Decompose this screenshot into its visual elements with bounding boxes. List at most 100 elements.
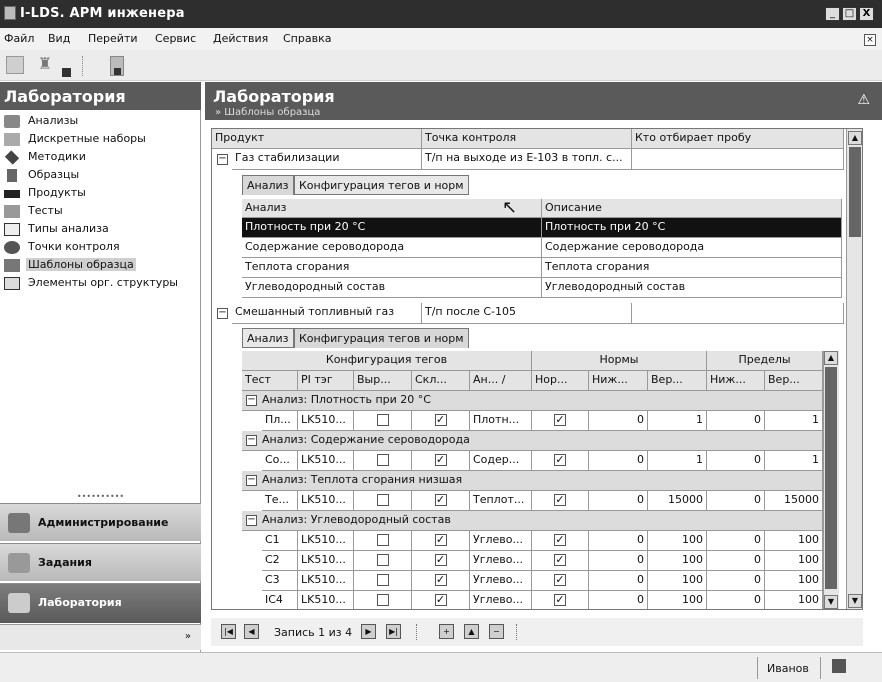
nav-item-org-structure[interactable]: Элементы орг. структуры — [4, 275, 199, 292]
collapse-icon[interactable]: − — [217, 308, 228, 319]
cell-pi-tag[interactable]: LK510... — [298, 411, 354, 431]
unchecked-checkbox[interactable] — [376, 494, 389, 506]
cell-limit-low[interactable]: 0 — [707, 551, 765, 571]
cell-test[interactable]: IC4 — [262, 591, 298, 609]
cell-norm-low[interactable]: 0 — [589, 411, 648, 431]
col-vyr[interactable]: Выр... — [354, 371, 412, 391]
cell-skl[interactable]: ✓ — [412, 591, 470, 609]
splitter-handle[interactable]: •••••••••• — [0, 493, 201, 502]
checked-checkbox[interactable]: ✓ — [434, 454, 447, 466]
prev-record-icon[interactable]: ◀ — [244, 624, 259, 639]
scroll-down-icon[interactable]: ▼ — [824, 595, 838, 609]
cell-norm-low[interactable]: 0 — [589, 591, 648, 609]
toolbar-arrow-icon[interactable] — [114, 68, 121, 75]
cell-norm-low[interactable]: 0 — [589, 551, 648, 571]
cell-an[interactable]: Теплот... — [470, 491, 532, 511]
cell-limit-high[interactable]: 100 — [765, 591, 823, 609]
checked-checkbox[interactable]: ✓ — [554, 594, 566, 606]
col-limit-low[interactable]: Ниж... — [707, 371, 765, 391]
cell-norm[interactable]: ✓ — [532, 551, 589, 571]
collapse-icon[interactable]: − — [217, 154, 228, 165]
checked-checkbox[interactable]: ✓ — [554, 534, 566, 546]
cell-norm-high[interactable]: 1 — [648, 451, 707, 471]
scroll-up-icon[interactable]: ▲ — [824, 351, 838, 365]
cell-vyr[interactable] — [354, 571, 412, 591]
cell-vyr[interactable] — [354, 591, 412, 609]
cell-an[interactable]: Углево... — [470, 591, 532, 609]
cell-limit-high[interactable]: 100 — [765, 531, 823, 551]
col-norm[interactable]: Нор... — [532, 371, 589, 391]
menu-service[interactable]: Сервис — [155, 32, 196, 45]
collapse-icon[interactable]: − — [246, 515, 257, 526]
cell-test[interactable]: Те... — [262, 491, 298, 511]
col-limit-high[interactable]: Вер... — [765, 371, 823, 391]
edit-record-icon[interactable]: ▲ — [464, 624, 479, 639]
nav-item-tests[interactable]: Тесты — [4, 203, 199, 220]
col-test[interactable]: Тест — [242, 371, 298, 391]
cell-limit-low[interactable]: 0 — [707, 531, 765, 551]
cell-norm-low[interactable]: 0 — [589, 451, 648, 471]
cell-skl[interactable]: ✓ — [412, 571, 470, 591]
inner-scrollbar[interactable]: ▲ ▼ — [823, 351, 839, 609]
collapse-icon[interactable]: − — [246, 435, 257, 446]
maximize-button[interactable]: □ — [842, 7, 857, 21]
col-skl[interactable]: Скл... — [412, 371, 470, 391]
cell-norm[interactable]: ✓ — [532, 451, 589, 471]
tab-tags-config[interactable]: Конфигурация тегов и норм — [294, 175, 469, 195]
menu-actions[interactable]: Действия — [213, 32, 268, 45]
analysis-row-name[interactable]: Теплота сгорания — [242, 258, 542, 278]
group-row[interactable]: − Анализ: Углеводородный состав — [242, 511, 823, 531]
col-norm-high[interactable]: Вер... — [648, 371, 707, 391]
cell-norm-high[interactable]: 100 — [648, 551, 707, 571]
warning-icon[interactable]: ⚠ — [857, 92, 870, 108]
tool-icon[interactable]: ♜ — [34, 54, 56, 76]
cell-pi-tag[interactable]: LK510... — [298, 451, 354, 471]
analysis-row-name[interactable]: Содержание сероводорода — [242, 238, 542, 258]
cell-test[interactable]: Со... — [262, 451, 298, 471]
checked-checkbox[interactable]: ✓ — [434, 494, 447, 506]
cell-pi-tag[interactable]: LK510... — [298, 551, 354, 571]
cell-skl[interactable]: ✓ — [412, 451, 470, 471]
collapse-icon[interactable]: − — [246, 395, 257, 406]
cell-skl[interactable]: ✓ — [412, 531, 470, 551]
add-record-icon[interactable]: + — [439, 624, 454, 639]
cell-an[interactable]: Углево... — [470, 571, 532, 591]
unchecked-checkbox[interactable] — [376, 574, 389, 586]
control-point[interactable]: Т/п на выходе из Е-103 в топл. с... — [422, 149, 632, 170]
unchecked-checkbox[interactable] — [376, 454, 389, 466]
inner-scroll-thumb[interactable] — [825, 367, 837, 589]
cell-norm-high[interactable]: 1 — [648, 411, 707, 431]
cell-limit-low[interactable]: 0 — [707, 451, 765, 471]
col-norm-low[interactable]: Ниж... — [589, 371, 648, 391]
cell-norm[interactable]: ✓ — [532, 591, 589, 609]
nav-item-analyses[interactable]: Анализы — [4, 113, 199, 130]
unchecked-checkbox[interactable] — [376, 414, 389, 426]
checked-checkbox[interactable]: ✓ — [434, 534, 447, 546]
minimize-button[interactable]: _ — [825, 7, 840, 21]
mdi-close-icon[interactable]: × — [864, 34, 876, 46]
analysis-row-desc[interactable]: Теплота сгорания — [542, 258, 842, 278]
analysis-row-desc[interactable]: Углеводородный состав — [542, 278, 842, 298]
cell-limit-high[interactable]: 100 — [765, 571, 823, 591]
cell-an[interactable]: Углево... — [470, 531, 532, 551]
group-row[interactable]: − Анализ: Плотность при 20 °С — [242, 391, 823, 411]
product-name[interactable]: Газ стабилизации — [232, 149, 422, 170]
cell-limit-low[interactable]: 0 — [707, 571, 765, 591]
cell-skl[interactable]: ✓ — [412, 551, 470, 571]
tab-analysis[interactable]: Анализ — [242, 175, 294, 195]
cell-skl[interactable]: ✓ — [412, 491, 470, 511]
tab-tags-config[interactable]: Конфигурация тегов и норм — [294, 328, 469, 348]
cell-norm-low[interactable]: 0 — [589, 531, 648, 551]
cell-vyr[interactable] — [354, 491, 412, 511]
cell-norm[interactable]: ✓ — [532, 411, 589, 431]
cell-limit-high[interactable]: 1 — [765, 411, 823, 431]
first-record-icon[interactable]: |◀ — [221, 624, 236, 639]
menu-file[interactable]: Файл — [4, 32, 34, 45]
checked-checkbox[interactable]: ✓ — [434, 574, 447, 586]
cell-norm[interactable]: ✓ — [532, 531, 589, 551]
cell-norm-low[interactable]: 0 — [589, 571, 648, 591]
unchecked-checkbox[interactable] — [376, 534, 389, 546]
analysis-row-desc[interactable]: Плотность при 20 °С — [542, 218, 842, 238]
cell-test[interactable]: C1 — [262, 531, 298, 551]
cell-skl[interactable]: ✓ — [412, 411, 470, 431]
